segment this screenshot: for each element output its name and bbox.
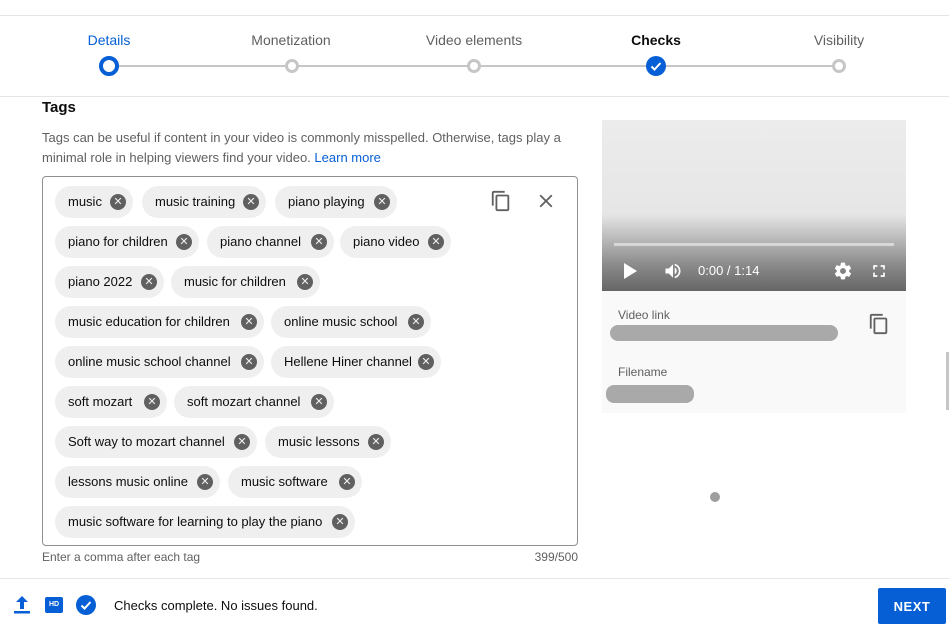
tag-chip-label: soft mozart — [68, 394, 133, 409]
video-player[interactable]: 0:00 / 1:14 — [602, 120, 906, 291]
tag-chip-label: lessons music online — [68, 474, 188, 489]
tags-description-text: Tags can be useful if content in your vi… — [42, 130, 561, 165]
tag-chip: Soft way to mozart channel ✕ — [55, 426, 257, 458]
remove-tag-icon[interactable]: ✕ — [297, 274, 313, 290]
fullscreen-icon[interactable] — [869, 261, 889, 285]
step-pending-dot — [832, 59, 846, 73]
learn-more-link[interactable]: Learn more — [314, 150, 380, 165]
remove-tag-icon[interactable]: ✕ — [374, 194, 390, 210]
video-link-label: Video link — [618, 308, 670, 322]
tag-chip: piano 2022 ✕ — [55, 266, 164, 298]
clear-tags-icon[interactable] — [535, 190, 557, 218]
remove-tag-icon[interactable]: ✕ — [311, 234, 327, 250]
tag-chip-label: music lessons — [278, 434, 360, 449]
tag-chip-label: piano channel — [220, 234, 301, 249]
tag-chip: music for children ✕ — [171, 266, 320, 298]
volume-icon[interactable] — [662, 261, 684, 285]
step-label: Checks — [631, 32, 681, 48]
redacted-video-link[interactable] — [610, 325, 838, 341]
tag-chip: soft mozart ✕ — [55, 386, 167, 418]
tag-chip: music ✕ — [55, 186, 133, 218]
tag-chip: music training ✕ — [142, 186, 266, 218]
tags-input-box[interactable]: music ✕ music training ✕ piano playing ✕ pi… — [42, 176, 578, 546]
tags-title: Tags — [42, 99, 76, 116]
remove-tag-icon[interactable]: ✕ — [176, 234, 192, 250]
tag-chip: music lessons ✕ — [265, 426, 391, 458]
video-progress-bar[interactable] — [614, 243, 894, 246]
remove-tag-icon[interactable]: ✕ — [110, 194, 126, 210]
tag-chip-label: music for children — [184, 274, 286, 289]
step-done-dot — [646, 56, 666, 76]
check-icon — [650, 62, 662, 71]
tag-chip-label: piano playing — [288, 194, 365, 209]
remove-tag-icon[interactable]: ✕ — [141, 274, 157, 290]
tag-chip-label: Soft way to mozart channel — [68, 434, 225, 449]
remove-tag-icon[interactable]: ✕ — [241, 354, 257, 370]
copy-link-icon[interactable] — [868, 313, 890, 341]
tags-char-count: 399/500 — [534, 550, 578, 564]
remove-tag-icon[interactable]: ✕ — [197, 474, 213, 490]
tag-chip: soft mozart channel ✕ — [174, 386, 334, 418]
tag-chip: piano video ✕ — [340, 226, 451, 258]
remove-tag-icon[interactable]: ✕ — [408, 314, 424, 330]
loading-dot — [710, 492, 720, 502]
remove-tag-icon[interactable]: ✕ — [144, 394, 160, 410]
tag-chip: lessons music online ✕ — [55, 466, 220, 498]
step-label: Monetization — [251, 32, 331, 48]
redacted-filename — [606, 385, 694, 403]
checks-status-text: Checks complete. No issues found. — [114, 598, 318, 613]
checks-complete-icon — [76, 595, 96, 615]
tag-chip-label: Hellene Hiner channel — [284, 354, 412, 369]
tag-chip-label: music training — [155, 194, 236, 209]
footer-bar: HD Checks complete. No issues found. NEX… — [0, 578, 949, 625]
tags-description: Tags can be useful if content in your vi… — [42, 128, 582, 168]
tag-chip: music software ✕ — [228, 466, 362, 498]
remove-tag-icon[interactable]: ✕ — [339, 474, 355, 490]
step-pending-dot — [467, 59, 481, 73]
remove-tag-icon[interactable]: ✕ — [332, 514, 348, 530]
tag-chip-label: piano video — [353, 234, 420, 249]
tag-chip-label: online music school channel — [68, 354, 231, 369]
video-preview-card: 0:00 / 1:14 Video link Filename — [602, 120, 906, 413]
remove-tag-icon[interactable]: ✕ — [311, 394, 327, 410]
remove-tag-icon[interactable]: ✕ — [234, 434, 250, 450]
tag-chip-label: piano for children — [68, 234, 168, 249]
tag-chip: online music school ✕ — [271, 306, 431, 338]
tag-chip-label: piano 2022 — [68, 274, 133, 289]
tag-chip: piano channel ✕ — [207, 226, 334, 258]
step-current-dot — [99, 56, 119, 76]
upload-stepper: Details Monetization Video elements Chec… — [0, 16, 949, 97]
tags-helper-text: Enter a comma after each tag — [42, 550, 201, 564]
tag-chip: piano playing ✕ — [275, 186, 397, 218]
tag-chip-label: music education for children — [68, 314, 230, 329]
tag-chip: music software for learning to play the … — [55, 506, 355, 538]
tag-chip-label: music software for learning to play the … — [68, 514, 323, 529]
remove-tag-icon[interactable]: ✕ — [368, 434, 384, 450]
step-label: Visibility — [813, 32, 865, 48]
remove-tag-icon[interactable]: ✕ — [418, 354, 434, 370]
upload-icon — [13, 595, 31, 620]
tag-chip: Hellene Hiner channel ✕ — [271, 346, 441, 378]
play-icon[interactable] — [622, 262, 638, 284]
copy-tags-icon[interactable] — [490, 190, 512, 218]
step-pending-dot — [285, 59, 299, 73]
remove-tag-icon[interactable]: ✕ — [428, 234, 444, 250]
tag-chip-label: online music school — [284, 314, 398, 329]
tag-chip-label: soft mozart channel — [187, 394, 301, 409]
next-button[interactable]: NEXT — [878, 588, 946, 624]
remove-tag-icon[interactable]: ✕ — [241, 314, 257, 330]
video-time: 0:00 / 1:14 — [698, 263, 760, 278]
tag-chip: online music school channel ✕ — [55, 346, 264, 378]
filename-label: Filename — [618, 365, 668, 379]
tag-chip-label: music software — [241, 474, 328, 489]
remove-tag-icon[interactable]: ✕ — [243, 194, 259, 210]
settings-gear-icon[interactable] — [833, 261, 853, 285]
hd-icon: HD — [45, 597, 63, 613]
tag-chip: music education for children ✕ — [55, 306, 264, 338]
tag-chip: piano for children ✕ — [55, 226, 199, 258]
step-label: Video elements — [425, 32, 523, 48]
step-label: Details — [87, 32, 131, 48]
tag-chip-label: music — [68, 194, 102, 209]
